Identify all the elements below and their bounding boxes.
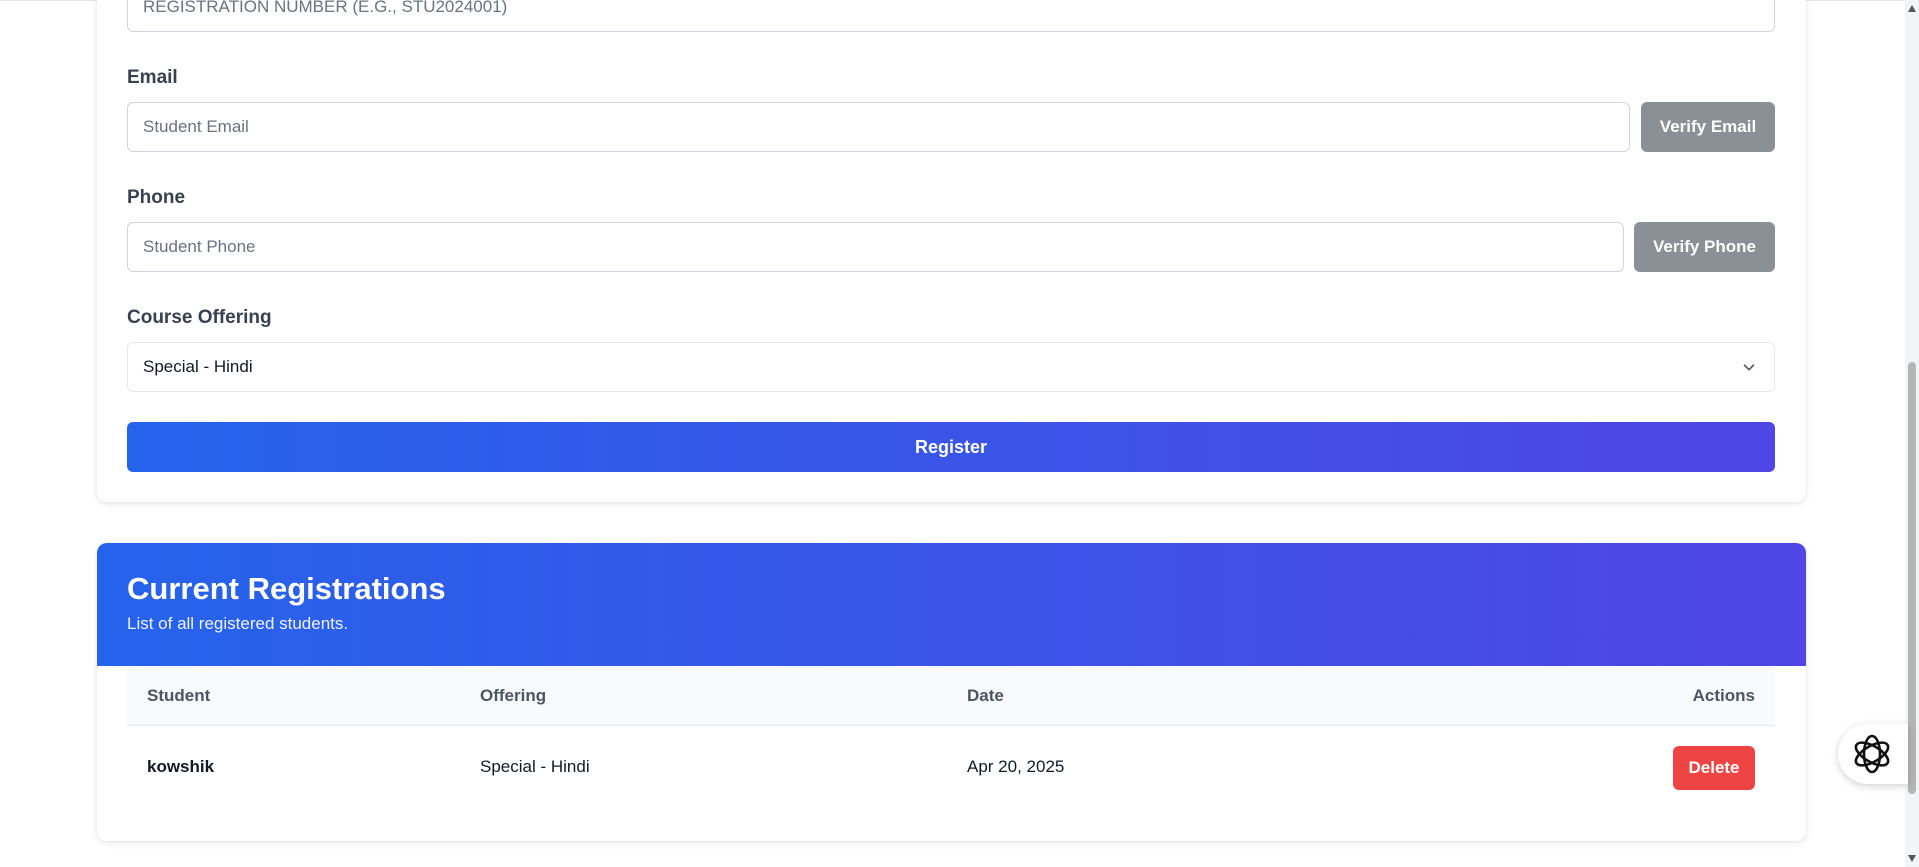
phone-label: Phone <box>127 187 186 208</box>
register-button[interactable]: Register <box>127 422 1775 472</box>
student-cell: kowshik <box>147 757 215 776</box>
phone-input[interactable] <box>127 222 1624 272</box>
assistant-launcher-button[interactable] <box>1838 724 1908 784</box>
registrations-subtitle: List of all registered students. <box>127 614 349 633</box>
column-header-actions: Actions <box>1692 686 1755 705</box>
email-label: Email <box>127 67 178 88</box>
verify-email-button[interactable]: Verify Email <box>1641 102 1775 152</box>
verify-phone-button[interactable]: Verify Phone <box>1634 222 1775 272</box>
registration-number-input[interactable] <box>127 0 1775 32</box>
course-offering-label: Course Offering <box>127 307 272 328</box>
table-header: Student Offering Date Actions <box>127 666 1775 726</box>
course-offering-selected: Special - Hindi <box>143 357 253 376</box>
openai-knot-icon <box>1854 734 1890 774</box>
registrations-card: Current Registrations List of all regist… <box>97 543 1806 841</box>
column-header-offering: Offering <box>480 686 547 705</box>
column-header-student: Student <box>147 686 211 705</box>
column-header-date: Date <box>967 686 1004 705</box>
chevron-down-icon <box>1743 364 1755 371</box>
offering-cell: Special - Hindi <box>480 757 590 776</box>
table-row: kowshik Special - Hindi Apr 20, 2025 Del… <box>127 726 1775 810</box>
registrations-header: Current Registrations List of all regist… <box>97 543 1806 666</box>
course-offering-select[interactable]: Special - Hindi <box>127 342 1775 392</box>
registrations-title: Current Registrations <box>127 571 446 606</box>
page: Email Verify Email Phone Verify Phone Co… <box>0 0 1919 867</box>
email-input[interactable] <box>127 102 1630 152</box>
scroll-down-arrow-icon[interactable] <box>1908 855 1916 862</box>
date-cell: Apr 20, 2025 <box>967 757 1065 776</box>
scroll-up-arrow-icon[interactable] <box>1908 5 1916 12</box>
scrollbar-thumb[interactable] <box>1908 362 1916 794</box>
delete-button[interactable]: Delete <box>1673 746 1755 790</box>
